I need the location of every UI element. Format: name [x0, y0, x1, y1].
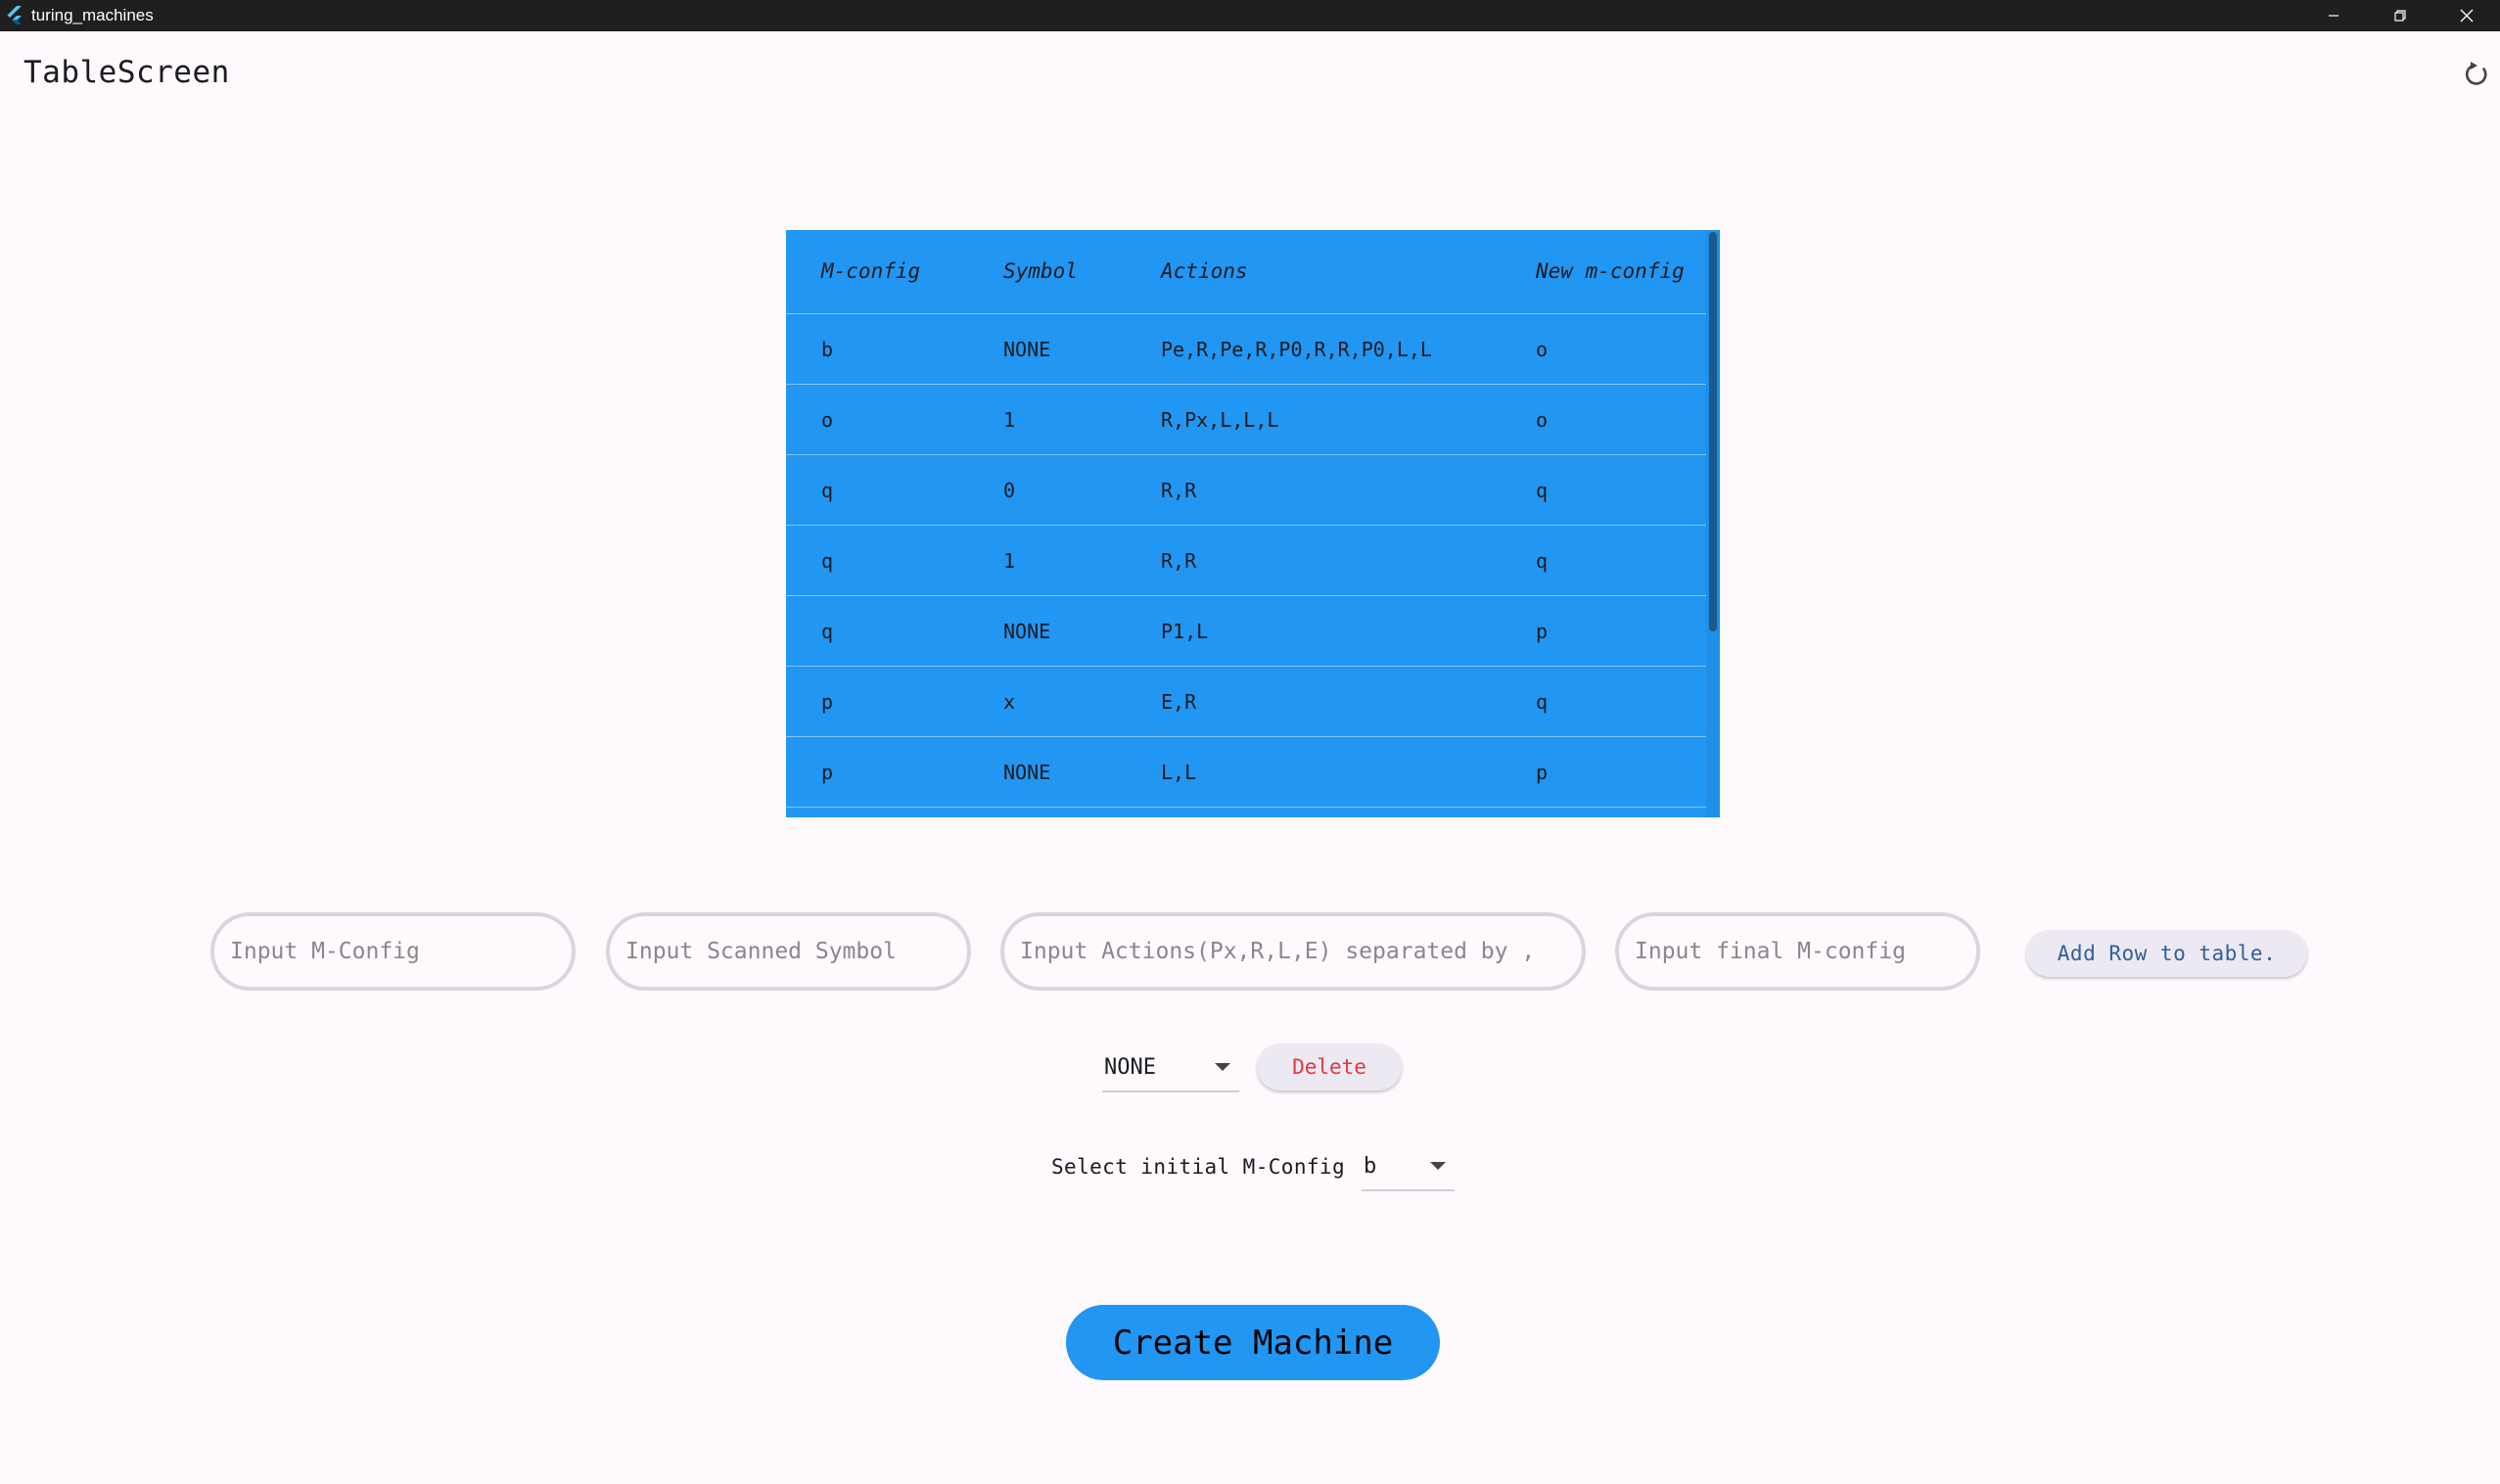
dropdown-arrow-icon [1215, 1063, 1230, 1071]
delete-row-dropdown[interactable]: NONE [1102, 1045, 1239, 1092]
transition-table: M-config Symbol Actions New m-config b N… [786, 230, 1720, 817]
refresh-button[interactable] [2457, 55, 2496, 94]
cell-mconfig: q [821, 549, 834, 573]
cell-actions: R,R [1161, 549, 1197, 573]
cell-symbol: x [1003, 690, 1016, 714]
page-title: TableScreen [23, 55, 230, 90]
cell-symbol: 1 [1003, 408, 1016, 432]
cell-actions: E,R [1161, 690, 1197, 714]
minimize-button[interactable] [2300, 0, 2367, 31]
cell-mconfig: q [821, 479, 834, 502]
table-row: p NONE L,L p [786, 737, 1706, 808]
final-mconfig-input[interactable] [1615, 912, 1980, 991]
cell-symbol: NONE [1003, 620, 1051, 643]
cell-new-mconfig: o [1536, 338, 1549, 361]
cell-new-mconfig: p [1536, 761, 1549, 784]
initial-mconfig-label: Select initial M-Config [1051, 1155, 1345, 1179]
column-header-symbol: Symbol [1003, 259, 1078, 283]
cell-new-mconfig: q [1536, 690, 1549, 714]
cell-mconfig: b [821, 338, 834, 361]
cell-new-mconfig: q [1536, 549, 1549, 573]
window-title: turing_machines [31, 6, 154, 24]
delete-row-selected-value: NONE [1104, 1055, 1156, 1080]
cell-new-mconfig: o [1536, 408, 1549, 432]
table-row: q 1 R,R q [786, 526, 1706, 596]
table-row: q NONE P1,L p [786, 596, 1706, 667]
cell-mconfig: o [821, 408, 834, 432]
cell-actions: R,R [1161, 479, 1197, 502]
create-machine-button[interactable]: Create Machine [1066, 1305, 1440, 1380]
minimize-icon [2329, 15, 2338, 17]
table-row: o 1 R,Px,L,L,L o [786, 385, 1706, 455]
cell-actions: P1,L [1161, 620, 1209, 643]
column-header-actions: Actions [1161, 259, 1248, 283]
cell-mconfig: q [821, 620, 834, 643]
initial-mconfig-dropdown[interactable]: b [1362, 1144, 1455, 1191]
cell-symbol: 0 [1003, 479, 1016, 502]
column-header-new-mconfig: New m-config [1536, 259, 1685, 283]
table-row: q 0 R,R q [786, 455, 1706, 526]
refresh-icon [2465, 62, 2487, 85]
initial-mconfig-selected-value: b [1364, 1154, 1377, 1179]
scanned-symbol-input[interactable] [606, 912, 971, 991]
column-header-mconfig: M-config [821, 259, 921, 283]
mconfig-input[interactable] [210, 912, 576, 991]
cell-mconfig: p [821, 690, 834, 714]
dropdown-arrow-icon [1430, 1162, 1446, 1170]
table-scrollbar[interactable] [1706, 230, 1720, 817]
cell-actions: L,L [1161, 761, 1197, 784]
close-button[interactable] [2433, 0, 2500, 31]
table-row: b NONE Pe,R,Pe,R,P0,R,R,P0,L,L o [786, 314, 1706, 385]
delete-button[interactable]: Delete [1257, 1043, 1402, 1090]
cell-symbol: 1 [1003, 549, 1016, 573]
flutter-logo-icon [7, 6, 22, 24]
cell-new-mconfig: q [1536, 479, 1549, 502]
restore-button[interactable] [2367, 0, 2433, 31]
restore-icon [2394, 10, 2406, 22]
cell-actions: R,Px,L,L,L [1161, 408, 1279, 432]
cell-actions: Pe,R,Pe,R,P0,R,R,P0,L,L [1161, 338, 1432, 361]
actions-input[interactable] [1000, 912, 1586, 991]
cell-new-mconfig: p [1536, 620, 1549, 643]
add-row-button[interactable]: Add Row to table. [2026, 930, 2307, 977]
close-icon [2460, 9, 2474, 23]
table-header-row: M-config Symbol Actions New m-config [786, 230, 1706, 314]
window-title-bar: turing_machines [0, 0, 2500, 31]
table-row: p x E,R q [786, 667, 1706, 737]
cell-symbol: NONE [1003, 338, 1051, 361]
scrollbar-thumb[interactable] [1709, 232, 1717, 631]
cell-mconfig: p [821, 761, 834, 784]
cell-symbol: NONE [1003, 761, 1051, 784]
